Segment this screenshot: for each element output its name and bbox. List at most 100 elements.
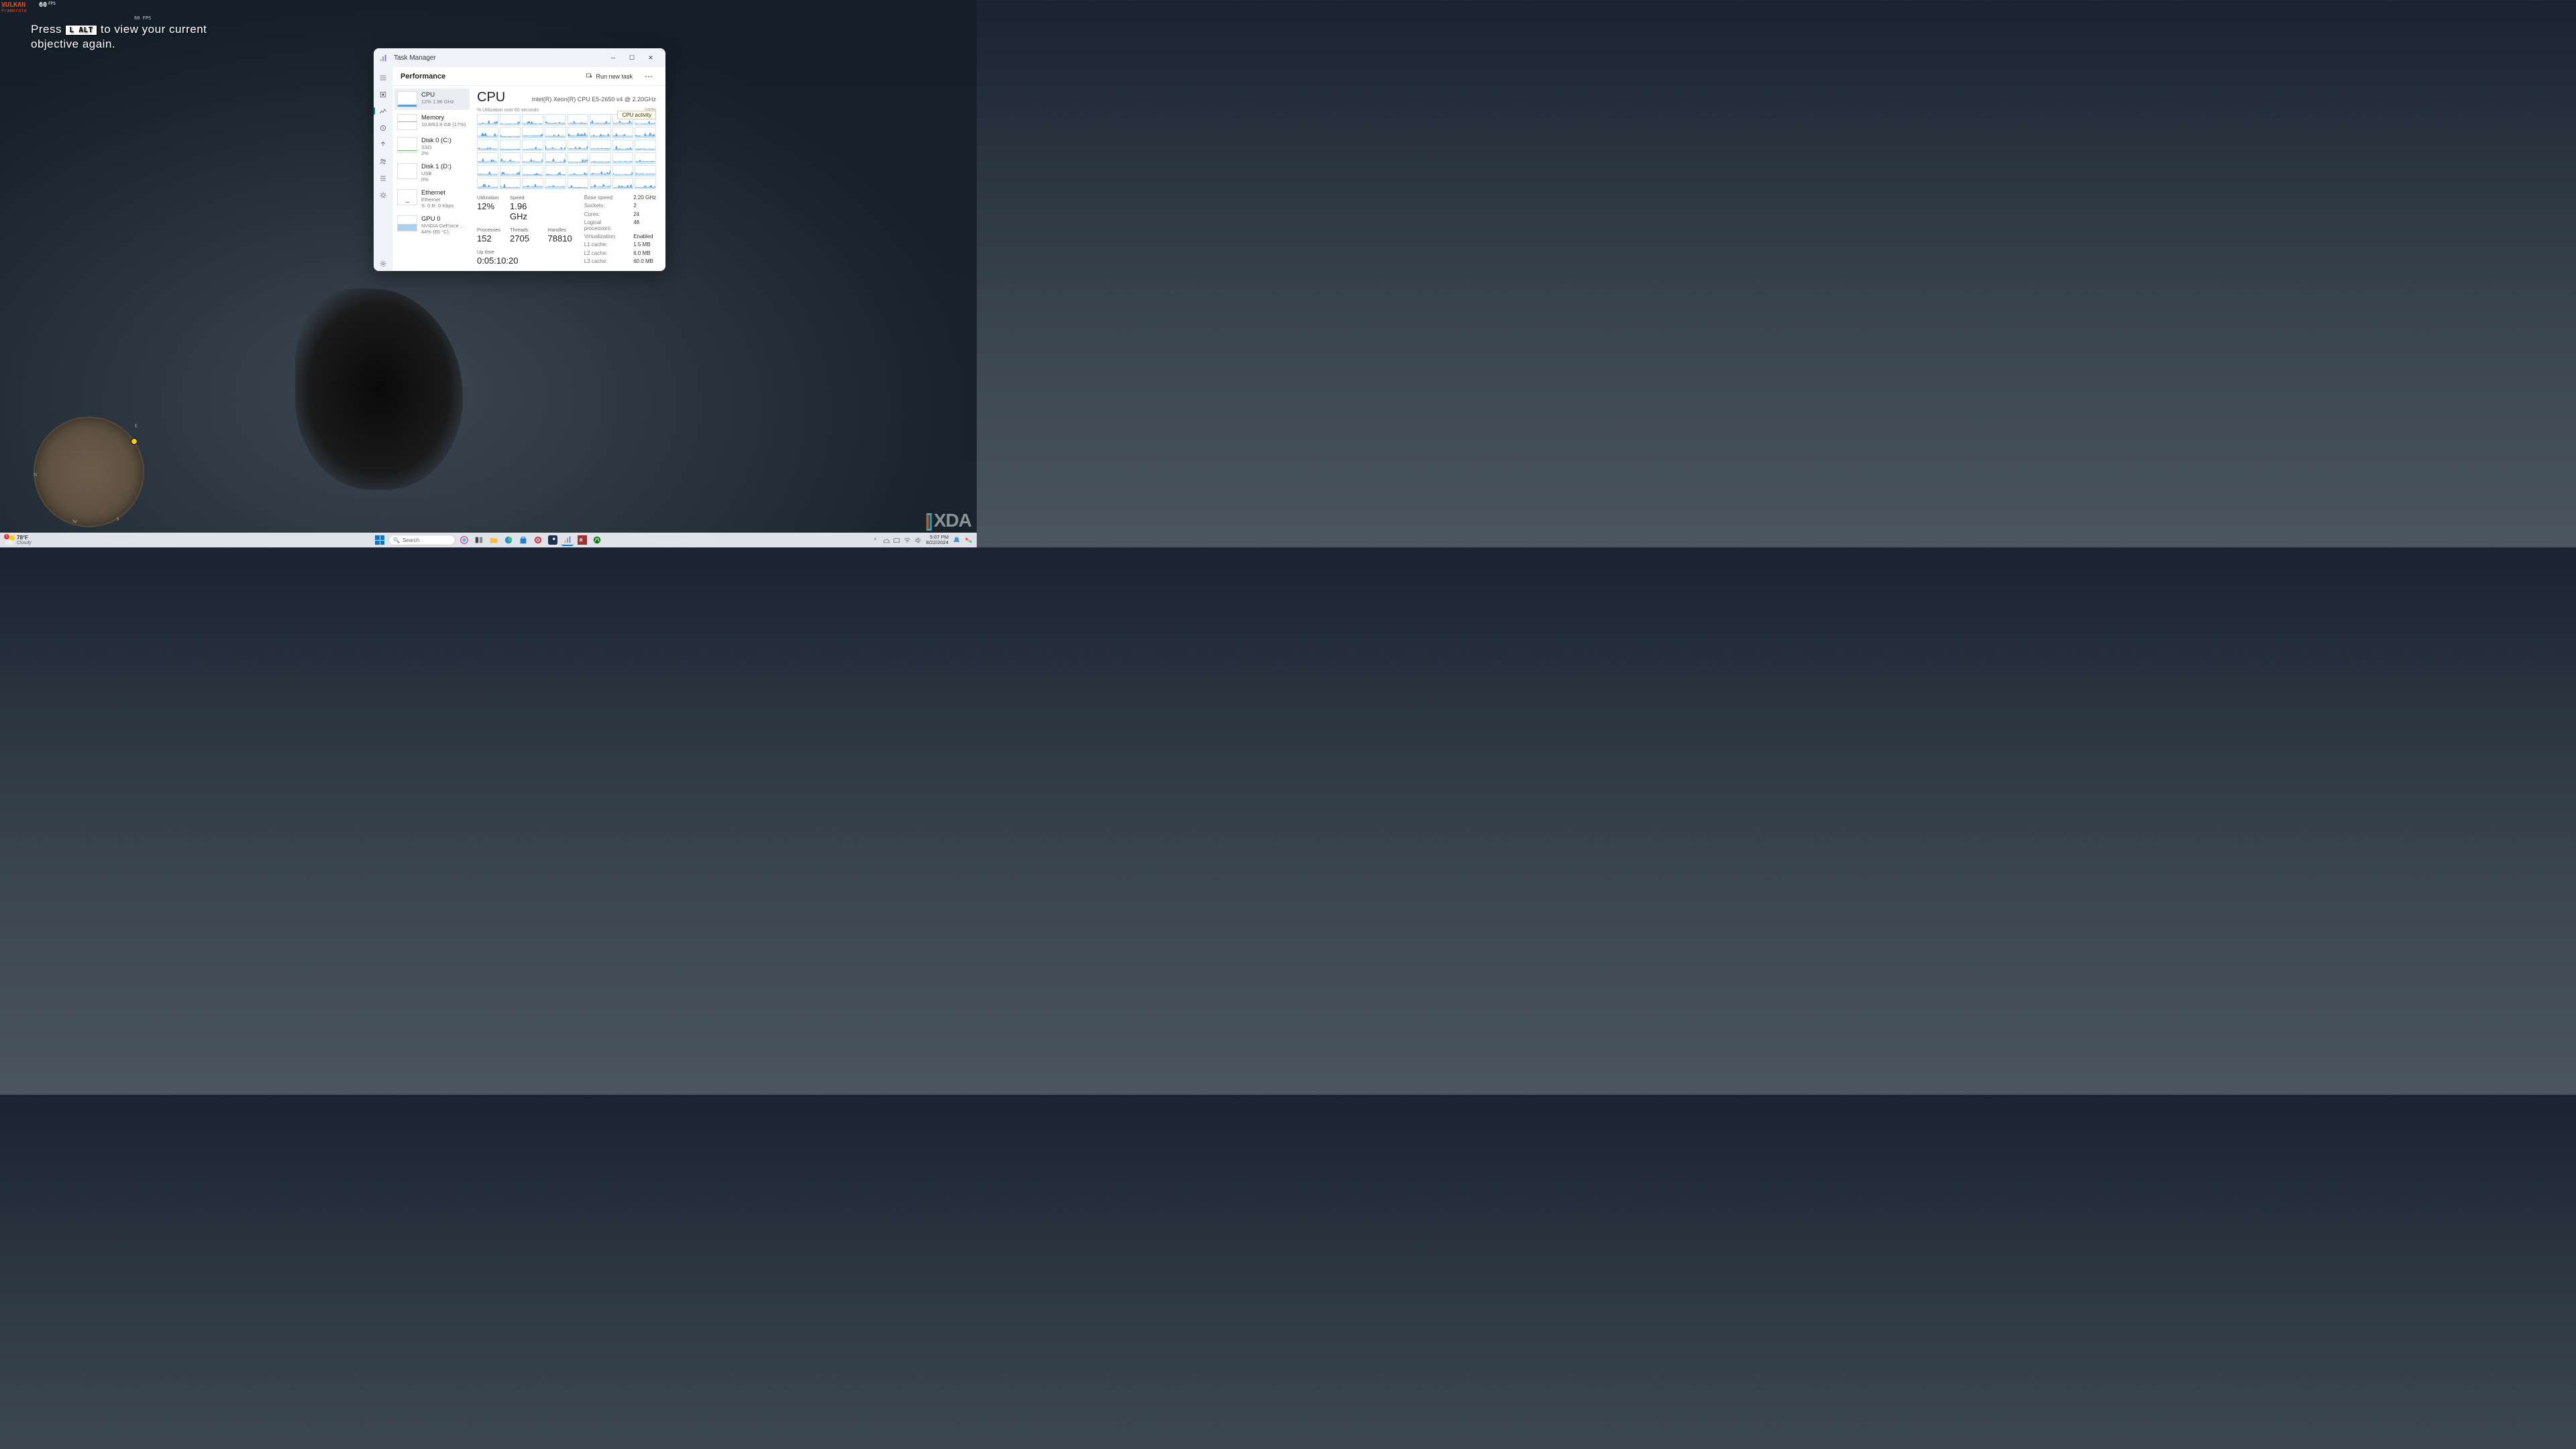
nav-performance-icon[interactable] bbox=[374, 103, 392, 119]
l2-label: L2 cache: bbox=[584, 250, 625, 258]
nav-rail bbox=[374, 67, 392, 271]
app-xbox-icon[interactable] bbox=[591, 534, 603, 546]
minimap-objective-marker bbox=[131, 438, 138, 445]
stat-threads-label: Threads bbox=[510, 227, 539, 233]
nav-processes-icon[interactable] bbox=[374, 87, 392, 102]
nav-details-icon[interactable] bbox=[374, 170, 392, 186]
system-tray[interactable]: ^ bbox=[871, 536, 922, 544]
notifications-icon[interactable] bbox=[953, 536, 961, 544]
l1-value: 1.5 MB bbox=[633, 241, 656, 249]
taskbar[interactable]: 1 78°F Cloudy 🔍 Search bbox=[0, 533, 977, 547]
clock[interactable]: 5:07 PM 8/22/2024 bbox=[926, 535, 949, 546]
cpu-model-label: Intel(R) Xeon(R) CPU E5-2650 v4 @ 2.20GH… bbox=[532, 96, 656, 103]
disk1-thumb-chart bbox=[397, 163, 417, 179]
page-title: Performance bbox=[400, 72, 445, 80]
tray-volume-icon[interactable] bbox=[914, 536, 922, 544]
weather-icon: 1 bbox=[5, 535, 15, 545]
nav-users-icon[interactable] bbox=[374, 154, 392, 169]
app-copilot-icon[interactable] bbox=[458, 534, 470, 546]
copilot-tray-icon[interactable] bbox=[965, 536, 973, 544]
bracket-icon: ] bbox=[927, 510, 932, 531]
cpu-core-chart bbox=[568, 127, 589, 138]
nav-services-icon[interactable] bbox=[374, 187, 392, 203]
app-taskmanager-icon[interactable] bbox=[561, 534, 574, 546]
cpu-core-chart bbox=[522, 165, 543, 176]
nav-startup-icon[interactable] bbox=[374, 137, 392, 152]
start-button[interactable] bbox=[374, 534, 386, 546]
close-button[interactable]: ✕ bbox=[641, 48, 660, 67]
performance-detail-pane: CPU Intel(R) Xeon(R) CPU E5-2650 v4 @ 2.… bbox=[472, 86, 665, 271]
cpu-core-chart bbox=[545, 165, 566, 176]
cpu-core-chart bbox=[500, 114, 521, 125]
perf-sub: USB bbox=[421, 170, 467, 176]
cpu-core-chart bbox=[522, 152, 543, 164]
cpu-core-chart bbox=[477, 178, 498, 189]
nav-history-icon[interactable] bbox=[374, 120, 392, 136]
app-store-icon[interactable] bbox=[517, 534, 529, 546]
app-edge-icon[interactable] bbox=[502, 534, 515, 546]
perf-item-disk1[interactable]: Disk 1 (D:) USB 0% bbox=[394, 160, 470, 185]
cpu-core-chart bbox=[590, 178, 611, 189]
tray-cloud-icon[interactable] bbox=[882, 536, 890, 544]
tray-language-icon[interactable] bbox=[893, 536, 901, 544]
stat-uptime-value: 0:05:10:20 bbox=[477, 256, 572, 266]
stat-uptime-label: Up time bbox=[477, 249, 572, 255]
cpu-activity-tooltip: CPU activity bbox=[617, 111, 656, 119]
compass-w: W bbox=[72, 519, 77, 525]
perf-sub: 12% 1.96 GHz bbox=[421, 99, 467, 105]
maximize-button[interactable]: ☐ bbox=[623, 48, 641, 67]
tray-wifi-icon[interactable] bbox=[904, 536, 912, 544]
perf-item-ethernet[interactable]: Ethernet Ethernet S: 0 R: 0 Kbps bbox=[394, 186, 470, 211]
disk0-thumb-chart bbox=[397, 137, 417, 153]
tray-chevron-icon[interactable]: ^ bbox=[871, 536, 879, 544]
task-manager-window[interactable]: Task Manager ─ ☐ ✕ Performance bbox=[374, 48, 665, 271]
weather-widget[interactable]: 1 78°F Cloudy bbox=[5, 535, 32, 545]
fps-overlay-secondary: 60 FPS bbox=[134, 15, 151, 21]
stat-utilization-value: 12% bbox=[477, 201, 500, 211]
cpu-core-chart bbox=[477, 152, 498, 164]
fps-counter-unit: FPS bbox=[48, 1, 56, 6]
minimize-button[interactable]: ─ bbox=[604, 48, 623, 67]
titlebar[interactable]: Task Manager ─ ☐ ✕ bbox=[374, 48, 665, 67]
sockets-label: Sockets: bbox=[584, 203, 625, 210]
l3-value: 60.0 MB bbox=[633, 258, 656, 266]
stat-speed-value: 1.96 GHz bbox=[510, 201, 539, 221]
cpu-core-chart bbox=[500, 178, 521, 189]
app-taskview-icon[interactable] bbox=[473, 534, 485, 546]
cpu-core-chart bbox=[545, 140, 566, 151]
run-new-task-button[interactable]: Run new task bbox=[582, 70, 637, 83]
ethernet-thumb-chart bbox=[397, 189, 417, 205]
perf-item-cpu[interactable]: CPU 12% 1.96 GHz bbox=[394, 89, 470, 110]
perf-item-memory[interactable]: Memory 10.8/63.9 GB (17%) bbox=[394, 111, 470, 133]
cpu-core-chart bbox=[612, 140, 634, 151]
gpu-thumb-chart bbox=[397, 215, 417, 231]
perf-item-disk0[interactable]: Disk 0 (C:) SSD 2% bbox=[394, 134, 470, 159]
window-title: Task Manager bbox=[394, 54, 436, 62]
nav-settings-icon[interactable] bbox=[374, 256, 392, 271]
perf-sub: SSD bbox=[421, 144, 467, 150]
perf-sub: Ethernet bbox=[421, 197, 467, 203]
app-steam-icon[interactable] bbox=[547, 534, 559, 546]
app-rdr2-icon[interactable]: R bbox=[576, 534, 588, 546]
taskbar-search[interactable]: 🔍 Search bbox=[388, 535, 455, 545]
l3-label: L3 cache: bbox=[584, 258, 625, 266]
cpu-core-chart bbox=[477, 140, 498, 151]
cpu-core-chart bbox=[612, 165, 634, 176]
base-speed-label: Base speed: bbox=[584, 195, 625, 202]
perf-item-gpu0[interactable]: GPU 0 NVIDIA GeForce RTX ... 44% (65 °C) bbox=[394, 213, 470, 237]
weather-temp: 78°F bbox=[17, 535, 32, 541]
cpu-core-chart bbox=[635, 140, 656, 151]
cpu-core-chart bbox=[568, 178, 589, 189]
framerate-sublabel: Framerate bbox=[1, 8, 27, 13]
app-chrome-icon[interactable] bbox=[532, 534, 544, 546]
app-explorer-icon[interactable] bbox=[488, 534, 500, 546]
objective-keycap: L ALT bbox=[65, 25, 97, 36]
cpu-core-chart bbox=[500, 165, 521, 176]
more-options-button[interactable]: ⋯ bbox=[641, 69, 657, 84]
hamburger-icon[interactable] bbox=[374, 70, 392, 85]
detail-title: CPU bbox=[477, 90, 505, 105]
cpu-core-chart bbox=[568, 165, 589, 176]
perf-name: CPU bbox=[421, 91, 467, 99]
cpu-core-chart bbox=[568, 152, 589, 164]
l1-label: L1 cache: bbox=[584, 241, 625, 249]
